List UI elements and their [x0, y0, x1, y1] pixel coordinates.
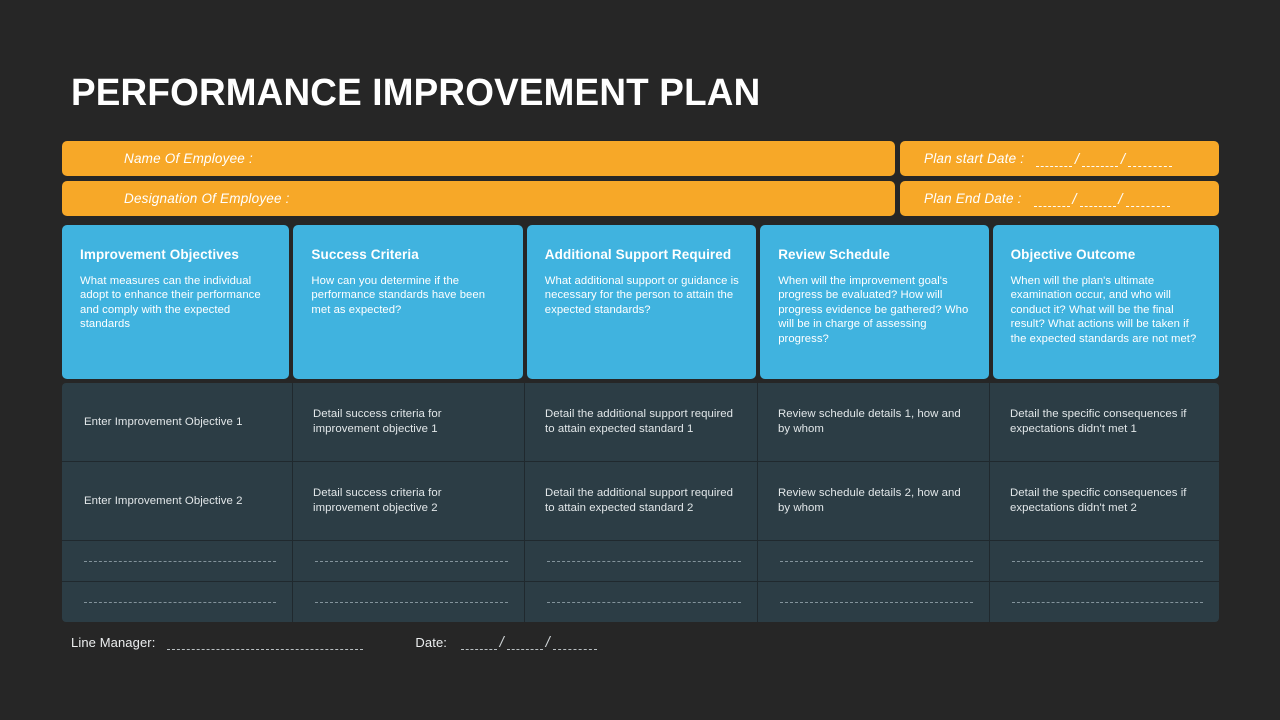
cell-text: Detail the additional support required t…	[545, 487, 734, 514]
table-cell[interactable]	[293, 582, 525, 622]
header-description: What additional support or guidance is n…	[544, 275, 739, 316]
table-header-row: Improvement Objectives What measures can…	[62, 225, 1219, 379]
cell-text: Detail the additional support required t…	[545, 408, 734, 435]
table-header-objective-outcome: Objective Outcome When will the plan's u…	[992, 225, 1219, 379]
blank-line	[1012, 560, 1203, 562]
header-title: Success Criteria	[311, 247, 419, 262]
table-cell[interactable]	[758, 582, 990, 622]
plan-end-date-field[interactable]: Plan End Date : / /	[900, 181, 1219, 216]
header-description: When will the improvement goal's progres…	[778, 275, 969, 345]
table-body: Enter Improvement Objective 1 Detail suc…	[62, 383, 1219, 622]
table-cell[interactable]: Detail success criteria for improvement …	[293, 462, 525, 540]
blank-line	[1012, 601, 1203, 603]
plan-start-date-blank[interactable]: / /	[1036, 150, 1173, 168]
table-row	[62, 582, 1219, 622]
table-cell[interactable]	[758, 541, 990, 581]
date-day-blank	[1033, 191, 1070, 207]
table-cell[interactable]	[525, 541, 758, 581]
blank-line	[84, 560, 276, 562]
header-title: Review Schedule	[778, 247, 890, 262]
table-cell[interactable]	[990, 541, 1219, 581]
blank-line	[547, 560, 741, 562]
table-row: Enter Improvement Objective 1 Detail suc…	[62, 383, 1219, 462]
table-cell[interactable]: Enter Improvement Objective 1	[62, 383, 293, 461]
cell-text: Enter Improvement Objective 1	[84, 415, 243, 428]
date-day-blank	[461, 634, 497, 650]
blank-line	[780, 560, 973, 562]
date-slash-1: /	[499, 634, 505, 651]
designation-of-employee-field[interactable]: Designation Of Employee :	[62, 181, 895, 216]
table-header-review-schedule: Review Schedule When will the improvemen…	[760, 225, 989, 379]
footer-date-group: Date: / /	[415, 634, 597, 650]
blank-line	[315, 601, 508, 603]
table-header-success-criteria: Success Criteria How can you determine i…	[293, 225, 523, 379]
blank-line	[780, 601, 973, 603]
table-cell[interactable]	[62, 541, 293, 581]
date-slash-2: /	[545, 634, 551, 651]
info-row-2: Designation Of Employee : Plan End Date …	[62, 181, 1219, 216]
employee-info-section: Name Of Employee : Plan start Date : / / …	[62, 141, 1219, 221]
table-header-additional-support-required: Additional Support Required What additio…	[526, 225, 757, 379]
cell-text: Review schedule details 2, how and by wh…	[778, 487, 961, 514]
table-cell[interactable]: Enter Improvement Objective 2	[62, 462, 293, 540]
plan-start-date-label: Plan start Date :	[924, 151, 1025, 166]
cell-text: Detail success criteria for improvement …	[313, 408, 442, 435]
designation-of-employee-label: Designation Of Employee :	[124, 191, 290, 206]
date-day-blank	[1036, 151, 1073, 167]
table-cell[interactable]	[990, 582, 1219, 622]
date-slash-1: /	[1072, 190, 1077, 208]
header-title: Improvement Objectives	[80, 247, 240, 262]
table-cell[interactable]: Detail success criteria for improvement …	[293, 383, 525, 461]
cell-text: Review schedule details 1, how and by wh…	[778, 408, 961, 435]
cell-text: Detail success criteria for improvement …	[313, 487, 442, 514]
table-cell[interactable]	[62, 582, 293, 622]
table-cell[interactable]: Review schedule details 2, how and by wh…	[758, 462, 990, 540]
signature-footer: Line Manager: Date: / /	[71, 634, 597, 650]
page-title: PERFORMANCE IMPROVEMENT PLAN	[71, 72, 761, 114]
header-title: Additional Support Required	[544, 247, 732, 262]
header-title: Objective Outcome	[1010, 247, 1136, 262]
line-manager-label: Line Manager:	[71, 635, 156, 650]
improvement-plan-table: Improvement Objectives What measures can…	[62, 225, 1219, 622]
cell-text: Enter Improvement Objective 2	[84, 494, 243, 507]
date-year-blank	[1128, 151, 1173, 167]
table-row: Enter Improvement Objective 2 Detail suc…	[62, 462, 1219, 541]
footer-date-blank[interactable]: / /	[461, 634, 597, 650]
plan-start-date-field[interactable]: Plan start Date : / /	[900, 141, 1219, 176]
table-cell[interactable]: Detail the additional support required t…	[525, 462, 758, 540]
info-row-1: Name Of Employee : Plan start Date : / /	[62, 141, 1219, 176]
table-cell[interactable]: Review schedule details 1, how and by wh…	[758, 383, 990, 461]
header-description: How can you determine if the performance…	[311, 275, 486, 316]
date-slash-2: /	[1120, 150, 1126, 168]
plan-end-date-label: Plan End Date :	[924, 191, 1022, 206]
table-cell[interactable]	[525, 582, 758, 622]
date-year-blank	[553, 634, 597, 650]
date-year-blank	[1125, 191, 1170, 207]
blank-line	[315, 560, 508, 562]
date-label: Date:	[415, 635, 447, 650]
date-slash-2: /	[1118, 190, 1123, 208]
cell-text: Detail the specific consequences if expe…	[1010, 408, 1187, 435]
table-cell[interactable]: Detail the additional support required t…	[525, 383, 758, 461]
table-cell[interactable]: Detail the specific consequences if expe…	[990, 462, 1219, 540]
date-month-blank	[507, 634, 543, 650]
line-manager-signature-blank[interactable]	[167, 635, 364, 650]
header-description: When will the plan's ultimate examinatio…	[1010, 275, 1197, 345]
name-of-employee-label: Name Of Employee :	[124, 151, 253, 166]
table-header-improvement-objectives: Improvement Objectives What measures can…	[62, 225, 290, 379]
name-of-employee-field[interactable]: Name Of Employee :	[62, 141, 895, 176]
blank-line	[84, 601, 276, 603]
blank-line	[547, 601, 741, 603]
table-row	[62, 541, 1219, 582]
date-slash-1: /	[1074, 150, 1080, 168]
header-description: What measures can the individual adopt t…	[80, 275, 261, 331]
plan-end-date-blank[interactable]: / /	[1033, 190, 1170, 208]
table-cell[interactable]: Detail the specific consequences if expe…	[990, 383, 1219, 461]
table-cell[interactable]	[293, 541, 525, 581]
cell-text: Detail the specific consequences if expe…	[1010, 487, 1187, 514]
date-month-blank	[1079, 191, 1116, 207]
date-month-blank	[1082, 151, 1119, 167]
